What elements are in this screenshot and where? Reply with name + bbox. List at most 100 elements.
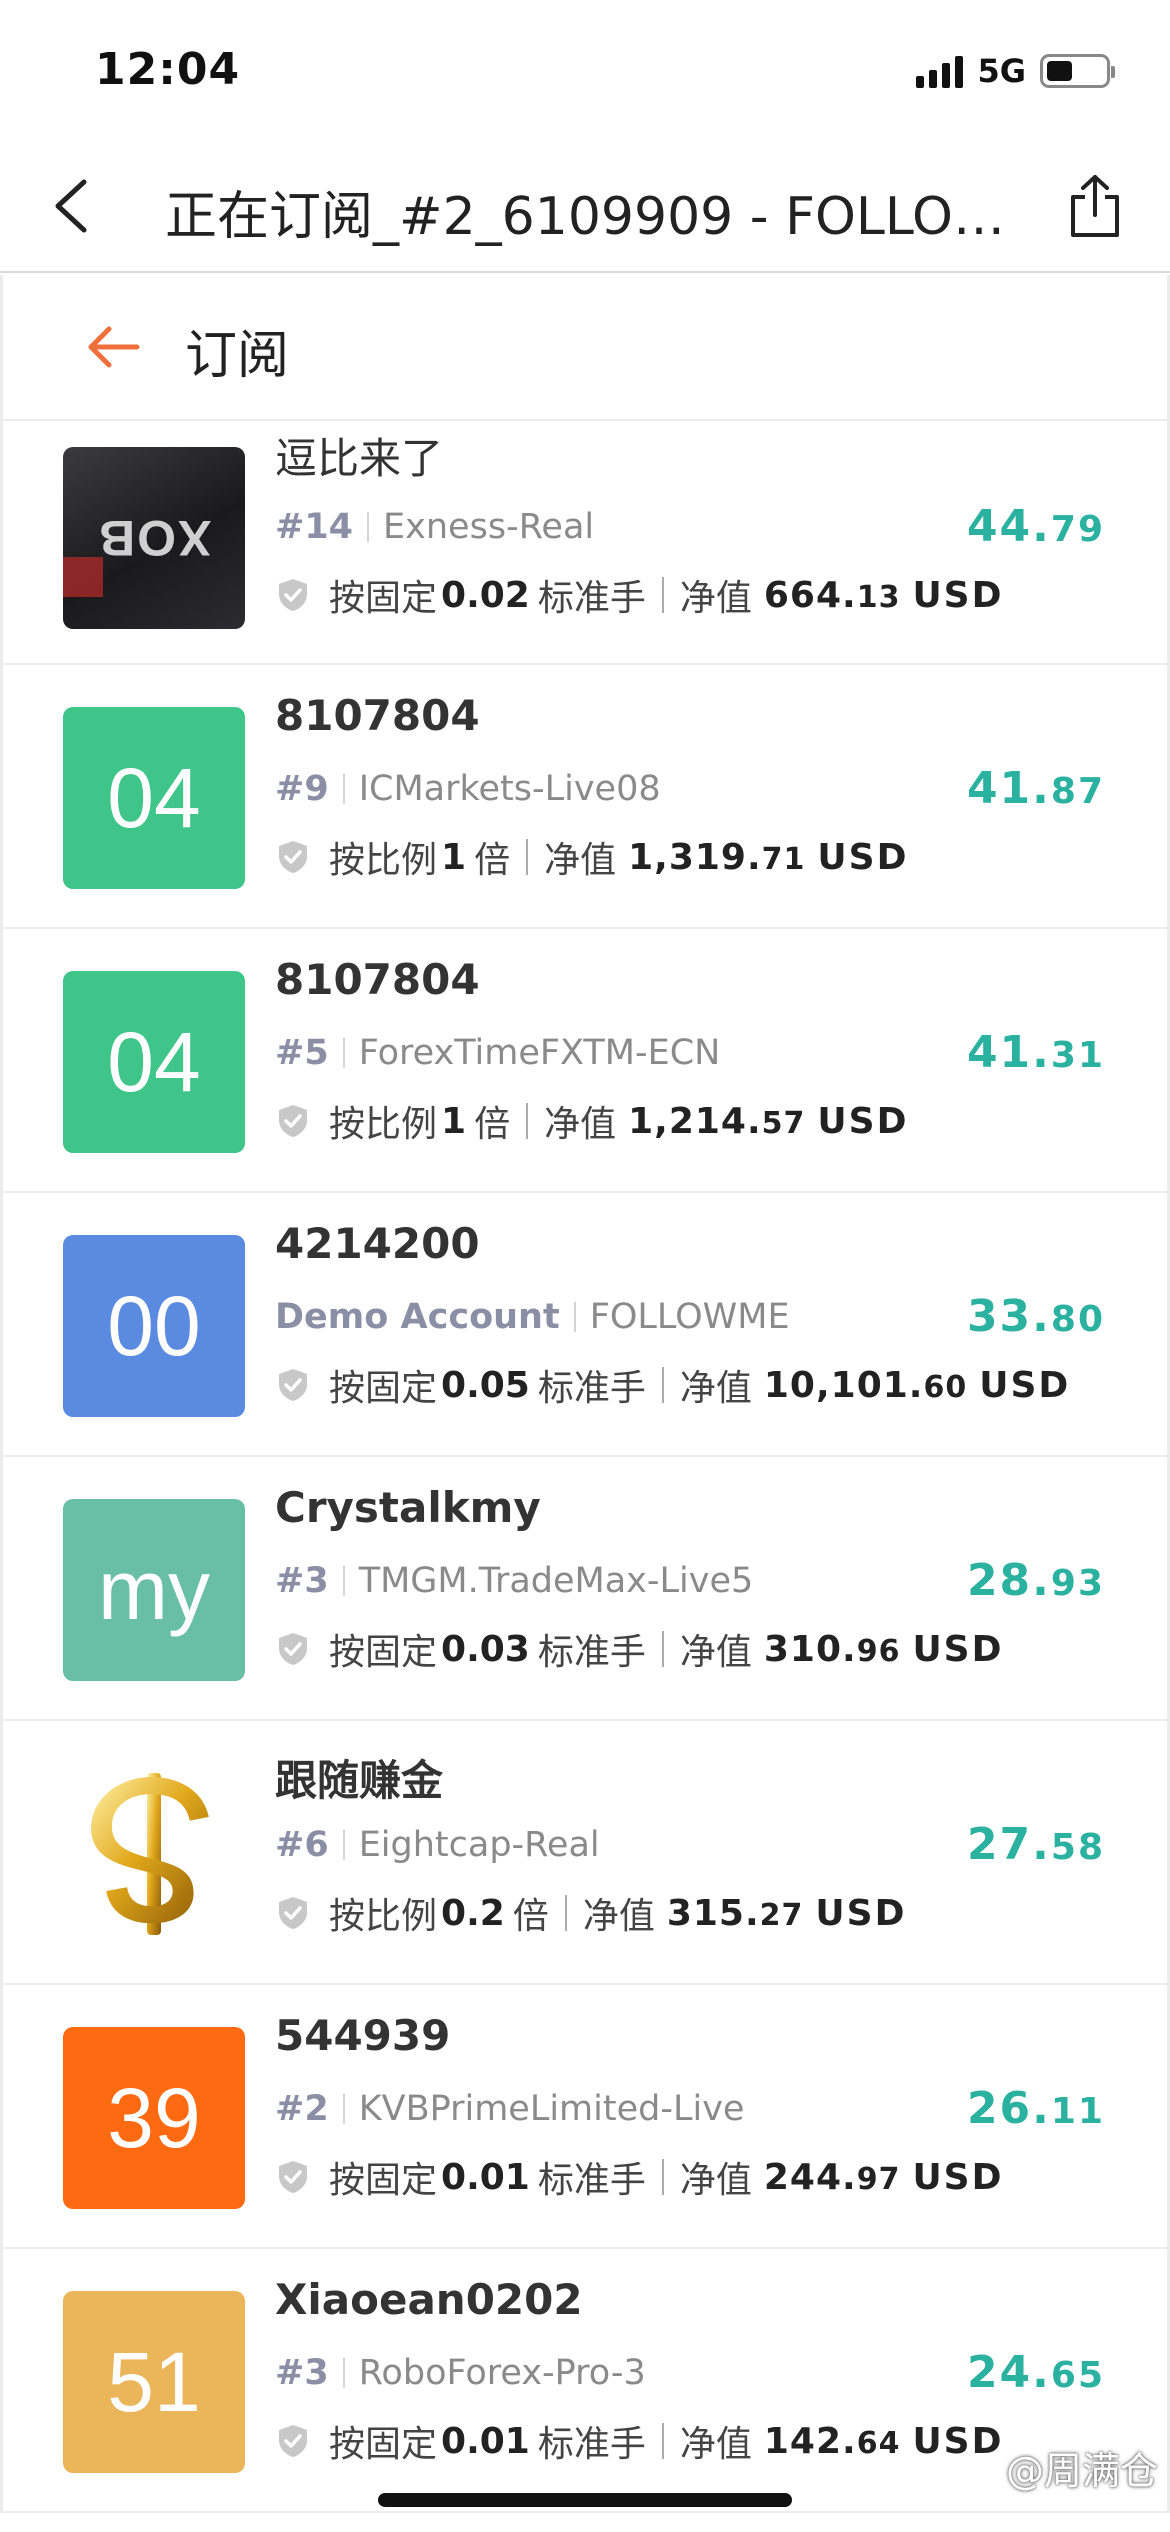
broker-line: #14 Exness-Real xyxy=(275,507,594,547)
return-rate: 24.65 xyxy=(967,2347,1105,2398)
trader-name: 8107804 xyxy=(275,955,480,1004)
dollar-icon xyxy=(91,1773,209,1935)
copy-mode: 按固定 xyxy=(329,2160,438,2201)
home-indicator[interactable] xyxy=(378,2493,792,2507)
equity-value: 10,101.60 xyxy=(764,1365,967,1406)
shield-icon xyxy=(279,1369,307,1401)
list-item[interactable]: 跟随赚金 #6 Eightcap-Real 按比例 0.2 倍净值 315.27 USD 27.… xyxy=(3,1721,1167,1985)
equity-decimal: 71 xyxy=(761,841,806,877)
avatar-initials: 04 xyxy=(107,750,201,845)
trader-name: 逗比来了 xyxy=(275,434,444,483)
divider xyxy=(342,2358,345,2388)
trader-name: 544939 xyxy=(275,2011,451,2060)
copy-settings-line: 按固定 0.01 标准手 净值 244.97 USD xyxy=(275,2151,1004,2203)
return-integer: 41. xyxy=(966,1027,1051,1078)
share-button[interactable] xyxy=(1060,170,1130,242)
equity-label: 净值 xyxy=(544,1104,617,1145)
list-item[interactable]: my Crystalkmy #3 TMGM.TradeMax-Live5 按固定 0.03… xyxy=(3,1457,1167,1721)
avatar[interactable]: 00 xyxy=(63,1235,245,1417)
list-item[interactable]: 00 4214200 Demo Account FOLLOWME 按固定 0.05 标准手净… xyxy=(3,1193,1167,1457)
broker-server: RoboForex-Pro-3 xyxy=(358,2353,646,2393)
shield-icon xyxy=(279,1897,307,1929)
equity-value: 1,319.71 xyxy=(628,837,805,878)
page-back-button[interactable] xyxy=(81,315,145,379)
divider xyxy=(342,1566,345,1596)
avatar[interactable]: 04 xyxy=(63,971,245,1153)
equity-currency: USD xyxy=(912,2156,1004,2198)
avatar-initials: my xyxy=(98,1542,210,1637)
copy-unit: 倍 xyxy=(512,1896,549,1937)
equity-label: 净值 xyxy=(679,2160,752,2201)
copy-mode: 按固定 xyxy=(329,1632,438,1673)
return-decimal: 87 xyxy=(1050,771,1105,812)
equity-value: 142.64 xyxy=(764,2421,901,2462)
avatar[interactable]: my xyxy=(63,1499,245,1681)
copy-settings-line: 按固定 0.02 标准手 净值 664.13 USD xyxy=(275,569,1004,621)
divider xyxy=(367,512,370,542)
equity-label: 净值 xyxy=(582,1896,655,1937)
avatar[interactable]: 04 xyxy=(63,707,245,889)
signal-icon xyxy=(916,54,964,88)
broker-server: ICMarkets-Live08 xyxy=(358,769,661,809)
nav-bar: 正在订阅_#2_6109909 - FOLLOWME xyxy=(0,140,1170,273)
equity-label: 净值 xyxy=(679,1632,752,1673)
page-title: 订阅 xyxy=(185,326,290,386)
equity-decimal: 57 xyxy=(761,1105,806,1141)
avatar[interactable]: 51 xyxy=(63,2291,245,2473)
broker-line: #3 RoboForex-Pro-3 xyxy=(275,2353,646,2393)
equity-currency: USD xyxy=(815,1892,907,1934)
network-type: 5G xyxy=(977,52,1026,90)
chevron-left-icon xyxy=(55,179,87,233)
list-item[interactable]: 39 544939 #2 KVBPrimeLimited-Live 按固定 0.01 标准手… xyxy=(3,1985,1167,2249)
shield-icon xyxy=(279,579,307,611)
status-indicators: 5G xyxy=(916,52,1115,90)
broker-server: TMGM.TradeMax-Live5 xyxy=(358,1561,754,1601)
equity-currency: USD xyxy=(817,836,909,878)
broker-server: Exness-Real xyxy=(383,507,595,547)
copy-unit: 标准手 xyxy=(537,1368,646,1409)
copy-unit: 标准手 xyxy=(537,2424,646,2465)
return-rate: 44.79 xyxy=(967,501,1105,552)
copy-amount: 1 xyxy=(441,1100,467,1142)
copy-amount: 0.05 xyxy=(441,1364,530,1406)
divider xyxy=(526,839,529,875)
rank-badge: #2 xyxy=(275,2089,329,2129)
avatar[interactable]: 39 xyxy=(63,2027,245,2209)
return-rate: 41.87 xyxy=(967,763,1105,814)
list-item[interactable]: 04 8107804 #5 ForexTimeFXTM-ECN 按比例 1 倍净值 1,214… xyxy=(3,929,1167,1193)
rank-badge: #14 xyxy=(275,507,354,547)
avatar-initials: 39 xyxy=(107,2070,201,2165)
divider xyxy=(661,1367,664,1403)
avatar-initials: 00 xyxy=(107,1278,201,1373)
broker-server: KVBPrimeLimited-Live xyxy=(358,2089,745,2129)
return-integer: 28. xyxy=(966,1555,1051,1606)
broker-line: #3 TMGM.TradeMax-Live5 xyxy=(275,1561,753,1601)
divider xyxy=(564,1895,567,1931)
equity-decimal: 96 xyxy=(856,1633,901,1669)
share-icon xyxy=(1071,175,1119,237)
nav-back-button[interactable] xyxy=(40,176,100,236)
list-item[interactable]: 04 8107804 #9 ICMarkets-Live08 按比例 1 倍净值 1,319.… xyxy=(3,665,1167,929)
divider xyxy=(342,774,345,804)
return-decimal: 31 xyxy=(1050,1035,1105,1076)
status-time: 12:04 xyxy=(95,44,241,95)
broker-line: #6 Eightcap-Real xyxy=(275,1825,600,1865)
trader-name: Crystalkmy xyxy=(275,1483,541,1532)
list-item[interactable]: XOB 逗比来了 #14 Exness-Real 按固定 0.02 标准手 净值 664.13 U… xyxy=(3,421,1167,665)
avatar[interactable] xyxy=(63,1763,245,1945)
avatar-initials: 51 xyxy=(107,2334,201,2429)
copy-amount: 0.2 xyxy=(441,1892,505,1934)
divider xyxy=(661,2423,664,2459)
broker-line: #2 KVBPrimeLimited-Live xyxy=(275,2089,744,2129)
divider xyxy=(661,2159,664,2195)
return-decimal: 80 xyxy=(1050,1299,1105,1340)
rank-badge: #3 xyxy=(275,1561,329,1601)
copy-mode: 按比例 xyxy=(329,1896,438,1937)
equity-value: 310.96 xyxy=(764,1629,901,1670)
equity-integer: 315. xyxy=(666,1892,760,1934)
avatar[interactable]: XOB xyxy=(63,447,245,629)
divider xyxy=(526,1103,529,1139)
rank-badge: #9 xyxy=(275,769,329,809)
broker-line: Demo Account FOLLOWME xyxy=(275,1297,790,1337)
equity-label: 净值 xyxy=(679,578,752,619)
